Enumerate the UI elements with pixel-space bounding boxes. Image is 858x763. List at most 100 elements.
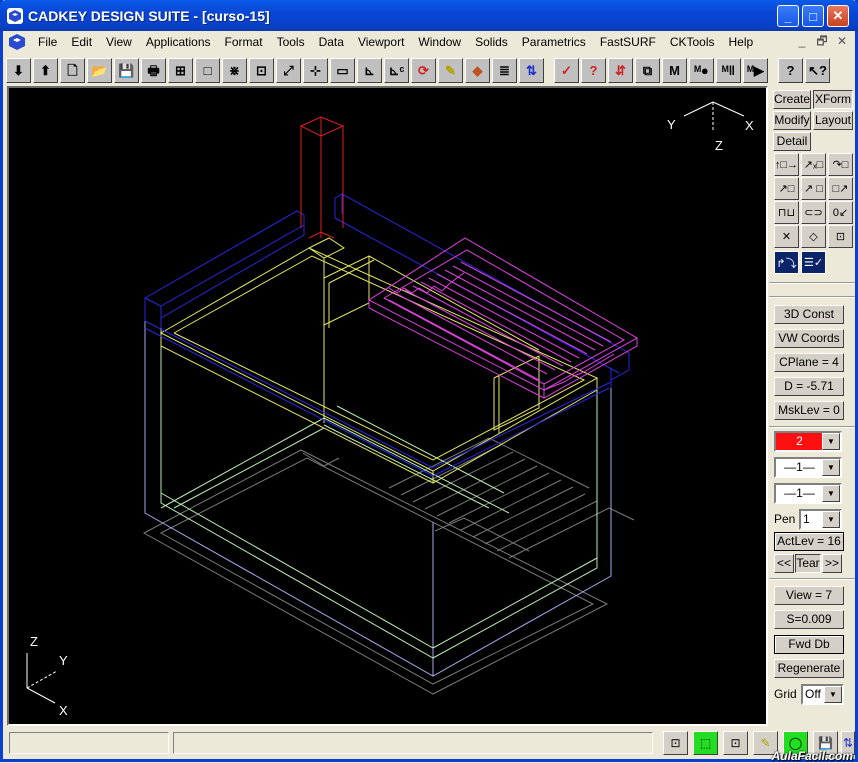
macro-button[interactable]: M	[662, 57, 687, 83]
zoom-box-icon: ▭	[336, 62, 349, 78]
tab-layout[interactable]: Layout	[813, 111, 853, 130]
menu-solids[interactable]: Solids	[468, 32, 515, 52]
menu-cktools[interactable]: CKTools	[663, 32, 722, 52]
zoom-box-button[interactable]: ▭	[330, 57, 355, 83]
blank-frame-button[interactable]: □	[195, 57, 220, 83]
menu-help[interactable]: Help	[722, 32, 761, 52]
menu-window[interactable]: Window	[411, 32, 468, 52]
layer-list-button[interactable]: ≣	[492, 57, 517, 83]
minimize-button[interactable]: _	[777, 5, 799, 27]
view-button[interactable]: View = 7	[774, 586, 844, 605]
xform-copy-button[interactable]: □↗	[828, 177, 853, 200]
eraser-button[interactable]: ✎	[438, 57, 463, 83]
scale-button[interactable]: S=0.009	[774, 610, 844, 629]
actlev-button[interactable]: ActLev = 16	[774, 532, 844, 551]
panel-divider	[769, 426, 855, 428]
mdi-minimize-button[interactable]: _	[793, 33, 811, 49]
select-window-button[interactable]: ⊡	[663, 731, 688, 755]
next-level-button[interactable]: >>	[822, 554, 842, 573]
axis-cplane-button[interactable]: ⊾ᶜ	[384, 57, 409, 83]
macro-pause-button[interactable]: ᴹ‖	[716, 57, 741, 83]
regenerate-button[interactable]: Regenerate	[774, 659, 844, 678]
open-button[interactable]: 📂	[87, 57, 112, 83]
mask-check-button[interactable]: ✓	[554, 57, 579, 83]
document-icon[interactable]	[7, 33, 27, 51]
menu-format[interactable]: Format	[218, 32, 270, 52]
depth-button[interactable]: D = -5.71	[774, 377, 844, 396]
context-help-button[interactable]: ↖?	[805, 57, 830, 83]
xform-project-button[interactable]: ⊡	[828, 225, 853, 248]
vw-coords-button[interactable]: VW Coords	[774, 329, 844, 348]
import-down-button[interactable]: ⬇	[6, 57, 31, 83]
chevron-down-icon[interactable]: ▼	[822, 433, 840, 450]
mdi-close-button[interactable]: ✕	[833, 33, 851, 49]
menu-fastsurf[interactable]: FastSURF	[593, 32, 663, 52]
xform-trim-button[interactable]: ↱⤵	[774, 251, 799, 274]
zoom-auto-button[interactable]: ⋇	[222, 57, 247, 83]
xform-scale-button[interactable]: ↗□	[774, 177, 799, 200]
help-button[interactable]: ?	[778, 57, 803, 83]
xform-delta-button[interactable]: ↗ₓ□	[801, 153, 826, 176]
line-width-select[interactable]: —1— ▼	[774, 483, 842, 504]
cplane-button[interactable]: CPlane = 4	[774, 353, 844, 372]
level-sort-button[interactable]: ⇵	[608, 57, 633, 83]
new-file-button[interactable]: 🗋	[60, 57, 85, 83]
mdi-restore-button[interactable]: 🗗	[813, 33, 831, 49]
fwd-db-button[interactable]: Fwd Db	[774, 635, 844, 654]
xform-mirror-button[interactable]: ✕	[774, 225, 799, 248]
menu-parametrics[interactable]: Parametrics	[515, 32, 593, 52]
color-select[interactable]: 2 ▼	[774, 431, 842, 452]
xform-array-button[interactable]: ◇	[801, 225, 826, 248]
zoom-window-button[interactable]: ⊡	[249, 57, 274, 83]
tab-modify[interactable]: Modify	[773, 111, 811, 130]
3d-const-button[interactable]: 3D Const	[774, 305, 844, 324]
zoom-in-button[interactable]: ⊹	[303, 57, 328, 83]
pen-select[interactable]: 1 ▼	[799, 509, 842, 530]
menu-data[interactable]: Data	[312, 32, 351, 52]
menu-applications[interactable]: Applications	[139, 32, 218, 52]
tab-detail[interactable]: Detail	[773, 132, 811, 151]
plot-layout-button[interactable]: ⊞	[168, 57, 193, 83]
box-select-button[interactable]: ⊡	[723, 731, 748, 755]
xform-join-button[interactable]: ⊂⊃	[801, 201, 826, 224]
msklev-button[interactable]: MskLev = 0	[774, 401, 844, 420]
tear-button[interactable]: Tear	[795, 554, 821, 573]
maximize-button[interactable]: □	[802, 5, 824, 27]
level-manager-button[interactable]: ⇅	[519, 57, 544, 83]
chevron-down-icon[interactable]: ▼	[822, 511, 840, 528]
tab-create[interactable]: Create	[773, 90, 811, 109]
xform-rotate-button[interactable]: ↷□	[828, 153, 853, 176]
windows-check-button[interactable]: ⧉	[635, 57, 660, 83]
xform-move-button[interactable]: ↗ □	[801, 177, 826, 200]
macro-record-button[interactable]: ᴹ●	[689, 57, 714, 83]
tab-xform[interactable]: XForm	[813, 90, 853, 109]
rotate-view-button[interactable]: ⟳	[411, 57, 436, 83]
solid-view-button[interactable]: ⬚	[693, 731, 718, 755]
print-button[interactable]: 🖶	[141, 57, 166, 83]
menu-view[interactable]: View	[99, 32, 139, 52]
menu-file[interactable]: File	[31, 32, 64, 52]
line-type-select[interactable]: —1— ▼	[774, 457, 842, 478]
chevron-down-icon[interactable]: ▼	[822, 485, 840, 502]
chevron-down-icon[interactable]: ▼	[822, 459, 840, 476]
mask-query-button[interactable]: ?	[581, 57, 606, 83]
shaded-solid-button[interactable]: ◆	[465, 57, 490, 83]
prev-level-button[interactable]: <<	[774, 554, 794, 573]
menu-edit[interactable]: Edit	[64, 32, 99, 52]
xform-list-button[interactable]: ☰✓	[801, 251, 826, 274]
xform-path-button[interactable]: 0↙	[828, 201, 853, 224]
save-button[interactable]: 💾	[114, 57, 139, 83]
export-up-button[interactable]: ⬆	[33, 57, 58, 83]
xform-translate-button[interactable]: ↑□→	[774, 153, 799, 176]
menu-tools[interactable]: Tools	[270, 32, 312, 52]
grid-select[interactable]: Off ▼	[801, 684, 844, 705]
zoom-out-button[interactable]: ⤢	[276, 57, 301, 83]
drawing-viewport[interactable]: Y X Z Z Y X	[7, 86, 768, 726]
chevron-down-icon[interactable]: ▼	[824, 686, 842, 703]
xform-stretch-button[interactable]: ⊓⊔	[774, 201, 799, 224]
axis-view-button[interactable]: ⊾	[357, 57, 382, 83]
menu-viewport[interactable]: Viewport	[351, 32, 411, 52]
close-button[interactable]: ✕	[827, 5, 849, 27]
world-axis-y-label: Y	[59, 653, 68, 668]
macro-play-button[interactable]: ᴹ▶	[743, 57, 768, 83]
